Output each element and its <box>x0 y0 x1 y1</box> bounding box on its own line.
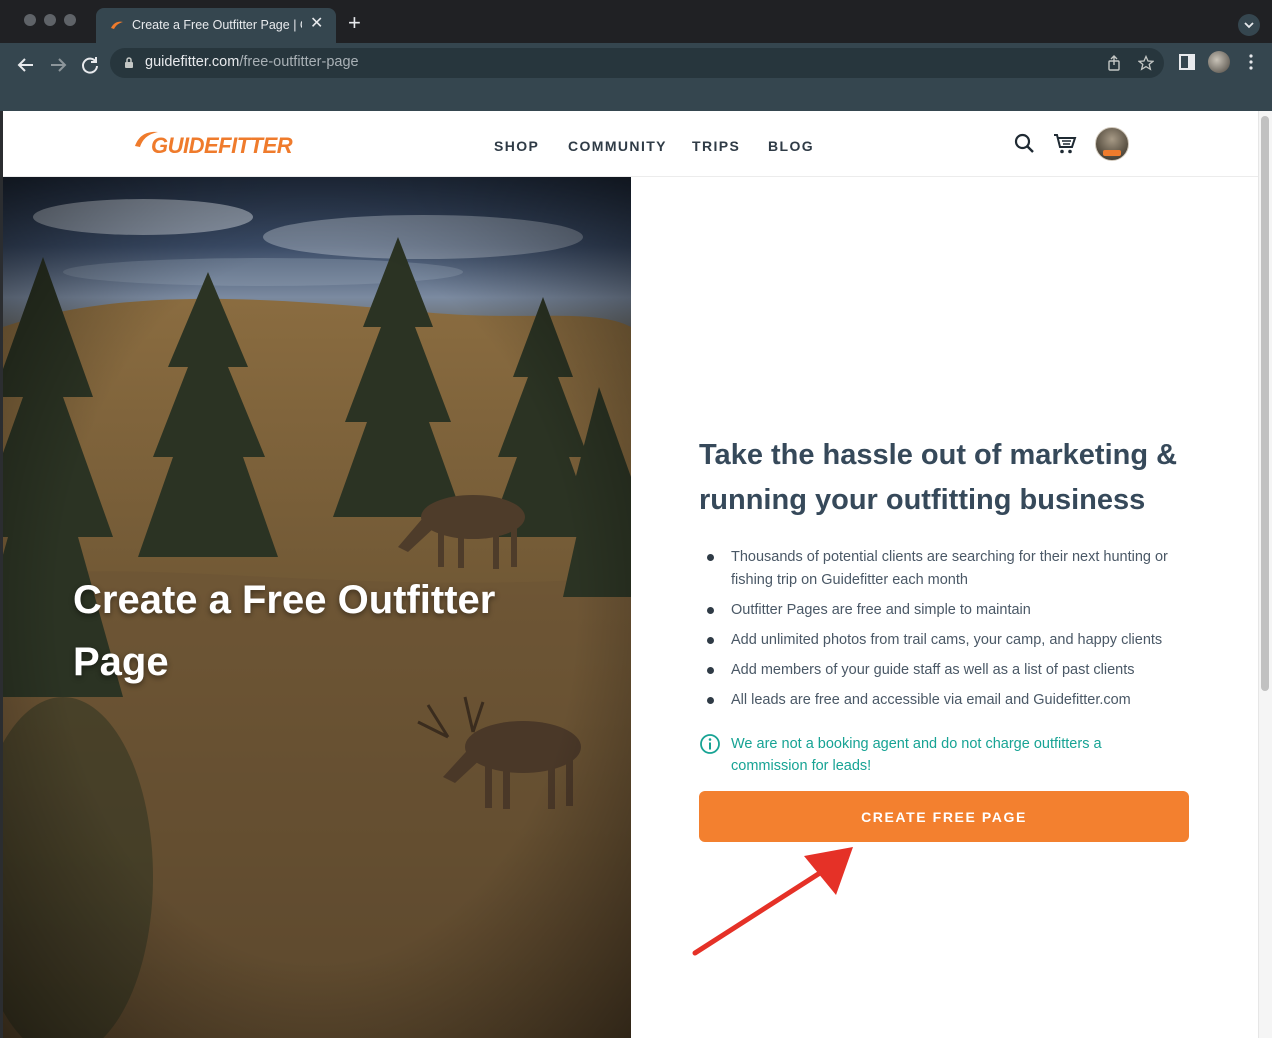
tab-title: Create a Free Outfitter Page | Guidefitt… <box>132 18 302 32</box>
side-panel-icon[interactable] <box>1178 53 1196 71</box>
benefit-item: Add members of your guide staff as well … <box>703 659 1203 682</box>
chevron-down-icon <box>1244 22 1254 29</box>
benefit-text: Add members of your guide staff as well … <box>731 662 1135 678</box>
benefit-text: All leads are free and accessible via em… <box>731 692 1131 708</box>
bullet-icon <box>707 667 714 674</box>
url-host: guidefitter.com <box>145 54 240 70</box>
guidefitter-favicon-icon <box>111 21 123 29</box>
reload-icon[interactable] <box>78 53 102 77</box>
back-arrow-icon[interactable] <box>14 53 38 77</box>
benefit-text: Thousands of potential clients are searc… <box>731 549 1168 588</box>
benefit-item: Outfitter Pages are free and simple to m… <box>703 599 1203 622</box>
search-icon[interactable] <box>1014 133 1035 154</box>
benefit-item: All leads are free and accessible via em… <box>703 689 1203 712</box>
logo-text[interactable]: GUIDEFITTER <box>151 133 293 159</box>
notice-text: We are not a booking agent and do not ch… <box>731 736 1102 774</box>
info-icon <box>700 734 720 754</box>
benefit-item: Thousands of potential clients are searc… <box>703 546 1203 592</box>
tab-search-button[interactable] <box>1238 14 1260 36</box>
hero-image: Create a Free Outfitter Page <box>3 177 631 1038</box>
site-header: GUIDEFITTER SHOP COMMUNITY TRIPS BLOG <box>3 111 1258 177</box>
benefit-item: Add unlimited photos from trail cams, yo… <box>703 629 1203 652</box>
nav-community[interactable]: COMMUNITY <box>568 138 667 154</box>
close-tab-icon[interactable]: ✕ <box>310 14 323 34</box>
cart-icon[interactable] <box>1053 133 1077 155</box>
address-bar[interactable]: guidefitter.com/free-outfitter-page <box>110 48 1164 78</box>
bullet-icon <box>707 637 714 644</box>
benefit-text: Add unlimited photos from trail cams, yo… <box>731 632 1163 648</box>
browser-tabstrip: Create a Free Outfitter Page | Guidefitt… <box>0 0 1272 43</box>
benefit-text: Outfitter Pages are free and simple to m… <box>731 602 1031 618</box>
bullet-icon <box>707 607 714 614</box>
scrollbar-thumb[interactable] <box>1261 116 1269 691</box>
new-tab-icon[interactable]: + <box>348 12 361 34</box>
user-avatar[interactable] <box>1095 127 1129 161</box>
browser-toolbar: guidefitter.com/free-outfitter-page <box>0 43 1272 111</box>
browser-profile-avatar[interactable] <box>1208 51 1230 73</box>
nav-blog[interactable]: BLOG <box>768 138 814 154</box>
url-path: /free-outfitter-page <box>239 54 359 70</box>
url-text: guidefitter.com/free-outfitter-page <box>145 54 359 70</box>
close-window-button[interactable] <box>24 14 36 26</box>
nav-shop[interactable]: SHOP <box>494 138 539 154</box>
bookmark-star-icon[interactable] <box>1138 55 1154 71</box>
share-icon[interactable] <box>1106 55 1122 71</box>
minimize-window-button[interactable] <box>44 14 56 26</box>
avatar-badge <box>1103 150 1121 156</box>
browser-tab[interactable]: Create a Free Outfitter Page | Guidefitt… <box>96 8 336 43</box>
forward-arrow-icon[interactable] <box>46 53 70 77</box>
more-menu-icon[interactable] <box>1243 53 1259 71</box>
nav-trips[interactable]: TRIPS <box>692 138 740 154</box>
lock-icon[interactable] <box>124 56 134 69</box>
bullet-icon <box>707 554 714 561</box>
page-headline: Take the hassle out of marketing & runni… <box>699 439 1178 516</box>
red-arrow-annotation <box>692 847 853 956</box>
benefits-list: Thousands of potential clients are searc… <box>703 546 1203 719</box>
hero-title: Create a Free Outfitter Page <box>73 578 496 684</box>
web-page: GUIDEFITTER SHOP COMMUNITY TRIPS BLOG Cr… <box>3 111 1258 1038</box>
maximize-window-button[interactable] <box>64 14 76 26</box>
bullet-icon <box>707 697 714 704</box>
create-free-page-button[interactable]: CREATE FREE PAGE <box>699 791 1189 842</box>
